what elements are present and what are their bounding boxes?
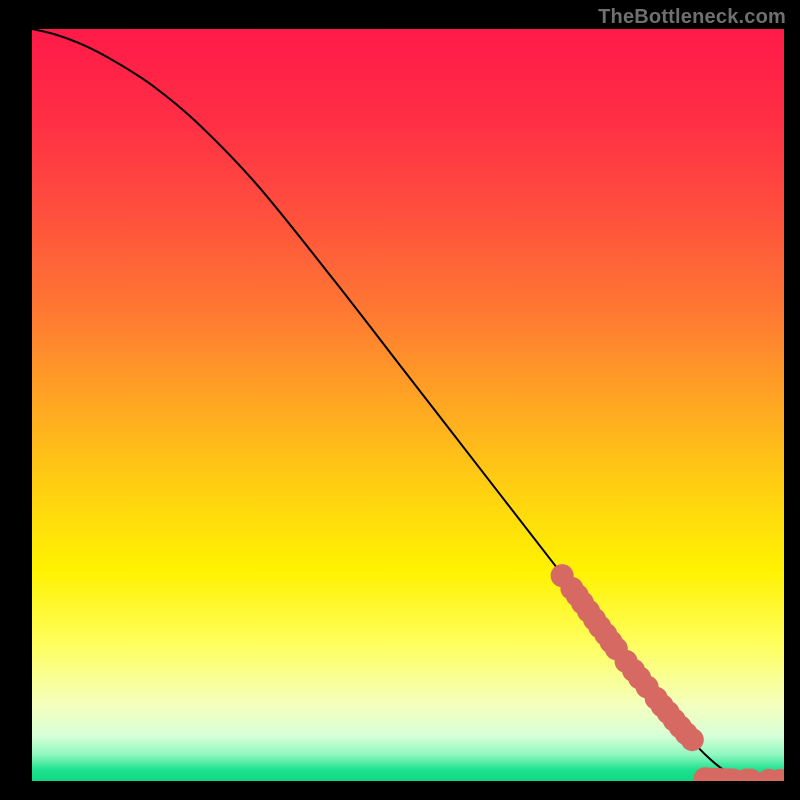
curve-path <box>32 29 784 780</box>
scatter-dot <box>681 728 704 751</box>
watermark-text: TheBottleneck.com <box>598 6 786 29</box>
plot-area <box>32 29 784 781</box>
chart-svg <box>32 29 784 781</box>
curve-layer <box>32 29 784 780</box>
chart-frame: TheBottleneck.com <box>0 0 800 800</box>
scatter-layer <box>551 564 784 781</box>
